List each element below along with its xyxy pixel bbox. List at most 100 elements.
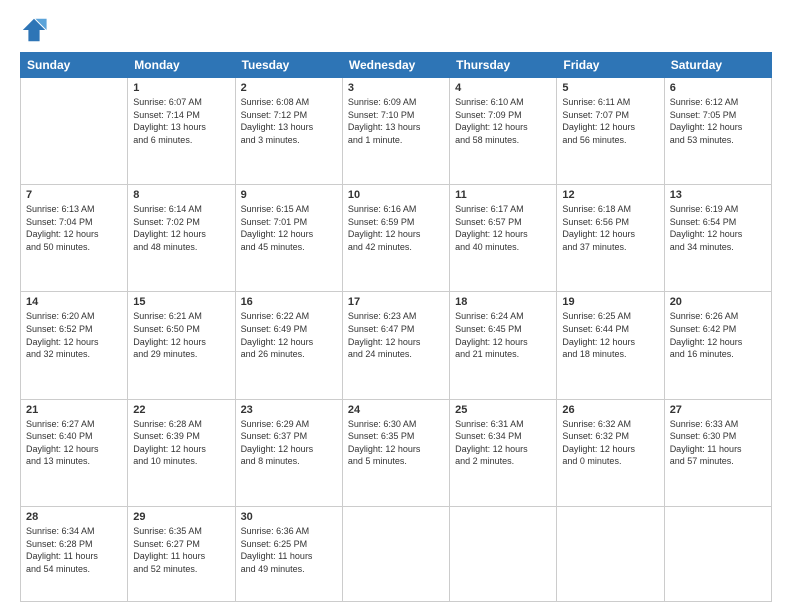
day-info: Sunrise: 6:15 AM Sunset: 7:01 PM Dayligh… xyxy=(241,203,337,253)
day-number: 9 xyxy=(241,189,337,201)
calendar-cell xyxy=(664,506,771,601)
day-info: Sunrise: 6:20 AM Sunset: 6:52 PM Dayligh… xyxy=(26,310,122,360)
day-info: Sunrise: 6:35 AM Sunset: 6:27 PM Dayligh… xyxy=(133,525,229,575)
calendar-cell xyxy=(21,78,128,185)
day-number: 29 xyxy=(133,511,229,523)
calendar-cell: 28Sunrise: 6:34 AM Sunset: 6:28 PM Dayli… xyxy=(21,506,128,601)
day-number: 3 xyxy=(348,82,444,94)
weekday-header-row: SundayMondayTuesdayWednesdayThursdayFrid… xyxy=(21,53,772,78)
day-info: Sunrise: 6:12 AM Sunset: 7:05 PM Dayligh… xyxy=(670,96,766,146)
day-number: 25 xyxy=(455,404,551,416)
calendar-cell: 15 Sunrise: 6:21 AM Sunset: 6:50 PM Dayli… xyxy=(128,292,235,399)
day-info: Sunrise: 6:28 AM Sunset: 6:39 PM Dayligh… xyxy=(133,418,229,468)
day-info: Sunrise: 6:08 AM Sunset: 7:12 PM Dayligh… xyxy=(241,96,337,146)
day-info: Sunrise: 6:10 AM Sunset: 7:09 PM Dayligh… xyxy=(455,96,551,146)
day-number: 24 xyxy=(348,404,444,416)
day-number: 8 xyxy=(133,189,229,201)
day-number: 17 xyxy=(348,296,444,308)
day-number: 19 xyxy=(562,296,658,308)
calendar-cell: 12 Sunrise: 6:18 AM Sunset: 6:56 PM Dayli… xyxy=(557,185,664,292)
day-number: 1 xyxy=(133,82,229,94)
day-info: Sunrise: 6:11 AM Sunset: 7:07 PM Dayligh… xyxy=(562,96,658,146)
calendar-cell: 10Sunrise: 6:16 AM Sunset: 6:59 PM Dayli… xyxy=(342,185,449,292)
day-number: 27 xyxy=(670,404,766,416)
weekday-header-wednesday: Wednesday xyxy=(342,53,449,78)
day-info: Sunrise: 6:13 AM Sunset: 7:04 PM Dayligh… xyxy=(26,203,122,253)
day-number: 2 xyxy=(241,82,337,94)
calendar-cell: 4Sunrise: 6:10 AM Sunset: 7:09 PM Daylig… xyxy=(450,78,557,185)
day-info: Sunrise: 6:27 AM Sunset: 6:40 PM Dayligh… xyxy=(26,418,122,468)
calendar-cell: 3 Sunrise: 6:09 AM Sunset: 7:10 PM Daylig… xyxy=(342,78,449,185)
calendar-cell: 1 Sunrise: 6:07 AM Sunset: 7:14 PM Daylig… xyxy=(128,78,235,185)
day-number: 21 xyxy=(26,404,122,416)
day-info: Sunrise: 6:21 AM Sunset: 6:50 PM Dayligh… xyxy=(133,310,229,360)
calendar-cell: 24 Sunrise: 6:30 AM Sunset: 6:35 PM Dayli… xyxy=(342,399,449,506)
calendar-cell: 20 Sunrise: 6:26 AM Sunset: 6:42 PM Dayli… xyxy=(664,292,771,399)
day-info: Sunrise: 6:26 AM Sunset: 6:42 PM Dayligh… xyxy=(670,310,766,360)
calendar-cell: 16Sunrise: 6:22 AM Sunset: 6:49 PM Dayli… xyxy=(235,292,342,399)
week-row-4: 28Sunrise: 6:34 AM Sunset: 6:28 PM Dayli… xyxy=(21,506,772,601)
page: SundayMondayTuesdayWednesdayThursdayFrid… xyxy=(0,0,792,612)
day-number: 20 xyxy=(670,296,766,308)
calendar-cell: 6 Sunrise: 6:12 AM Sunset: 7:05 PM Daylig… xyxy=(664,78,771,185)
calendar-cell: 13 Sunrise: 6:19 AM Sunset: 6:54 PM Dayli… xyxy=(664,185,771,292)
day-info: Sunrise: 6:25 AM Sunset: 6:44 PM Dayligh… xyxy=(562,310,658,360)
calendar-cell: 9 Sunrise: 6:15 AM Sunset: 7:01 PM Daylig… xyxy=(235,185,342,292)
day-number: 14 xyxy=(26,296,122,308)
day-number: 30 xyxy=(241,511,337,523)
calendar-table: SundayMondayTuesdayWednesdayThursdayFrid… xyxy=(20,52,772,602)
day-info: Sunrise: 6:19 AM Sunset: 6:54 PM Dayligh… xyxy=(670,203,766,253)
day-number: 15 xyxy=(133,296,229,308)
calendar-cell: 25 Sunrise: 6:31 AM Sunset: 6:34 PM Dayli… xyxy=(450,399,557,506)
calendar-cell: 2 Sunrise: 6:08 AM Sunset: 7:12 PM Daylig… xyxy=(235,78,342,185)
day-number: 12 xyxy=(562,189,658,201)
weekday-header-saturday: Saturday xyxy=(664,53,771,78)
calendar-cell: 14 Sunrise: 6:20 AM Sunset: 6:52 PM Dayli… xyxy=(21,292,128,399)
calendar-cell xyxy=(342,506,449,601)
week-row-3: 21 Sunrise: 6:27 AM Sunset: 6:40 PM Dayli… xyxy=(21,399,772,506)
calendar-cell: 7 Sunrise: 6:13 AM Sunset: 7:04 PM Daylig… xyxy=(21,185,128,292)
header xyxy=(20,16,772,44)
calendar-cell: 19 Sunrise: 6:25 AM Sunset: 6:44 PM Dayli… xyxy=(557,292,664,399)
day-number: 10 xyxy=(348,189,444,201)
day-info: Sunrise: 6:30 AM Sunset: 6:35 PM Dayligh… xyxy=(348,418,444,468)
week-row-2: 14 Sunrise: 6:20 AM Sunset: 6:52 PM Dayli… xyxy=(21,292,772,399)
day-info: Sunrise: 6:14 AM Sunset: 7:02 PM Dayligh… xyxy=(133,203,229,253)
day-info: Sunrise: 6:07 AM Sunset: 7:14 PM Dayligh… xyxy=(133,96,229,146)
day-info: Sunrise: 6:09 AM Sunset: 7:10 PM Dayligh… xyxy=(348,96,444,146)
day-number: 11 xyxy=(455,189,551,201)
calendar-cell: 8 Sunrise: 6:14 AM Sunset: 7:02 PM Daylig… xyxy=(128,185,235,292)
day-info: Sunrise: 6:18 AM Sunset: 6:56 PM Dayligh… xyxy=(562,203,658,253)
calendar-cell: 21 Sunrise: 6:27 AM Sunset: 6:40 PM Dayli… xyxy=(21,399,128,506)
day-info: Sunrise: 6:36 AM Sunset: 6:25 PM Dayligh… xyxy=(241,525,337,575)
weekday-header-sunday: Sunday xyxy=(21,53,128,78)
weekday-header-tuesday: Tuesday xyxy=(235,53,342,78)
day-info: Sunrise: 6:31 AM Sunset: 6:34 PM Dayligh… xyxy=(455,418,551,468)
weekday-header-monday: Monday xyxy=(128,53,235,78)
calendar-cell: 29 Sunrise: 6:35 AM Sunset: 6:27 PM Dayli… xyxy=(128,506,235,601)
day-number: 26 xyxy=(562,404,658,416)
day-info: Sunrise: 6:33 AM Sunset: 6:30 PM Dayligh… xyxy=(670,418,766,468)
calendar-cell: 30 Sunrise: 6:36 AM Sunset: 6:25 PM Dayli… xyxy=(235,506,342,601)
day-number: 23 xyxy=(241,404,337,416)
day-info: Sunrise: 6:34 AM Sunset: 6:28 PM Dayligh… xyxy=(26,525,122,575)
week-row-0: 1 Sunrise: 6:07 AM Sunset: 7:14 PM Daylig… xyxy=(21,78,772,185)
calendar-cell xyxy=(557,506,664,601)
day-info: Sunrise: 6:23 AM Sunset: 6:47 PM Dayligh… xyxy=(348,310,444,360)
day-number: 22 xyxy=(133,404,229,416)
day-number: 7 xyxy=(26,189,122,201)
day-number: 13 xyxy=(670,189,766,201)
calendar-cell xyxy=(450,506,557,601)
calendar-cell: 11Sunrise: 6:17 AM Sunset: 6:57 PM Dayli… xyxy=(450,185,557,292)
day-number: 16 xyxy=(241,296,337,308)
weekday-header-friday: Friday xyxy=(557,53,664,78)
calendar-cell: 17 Sunrise: 6:23 AM Sunset: 6:47 PM Dayli… xyxy=(342,292,449,399)
day-number: 5 xyxy=(562,82,658,94)
calendar-cell: 26 Sunrise: 6:32 AM Sunset: 6:32 PM Dayli… xyxy=(557,399,664,506)
day-info: Sunrise: 6:24 AM Sunset: 6:45 PM Dayligh… xyxy=(455,310,551,360)
calendar-cell: 22 Sunrise: 6:28 AM Sunset: 6:39 PM Dayli… xyxy=(128,399,235,506)
calendar-cell: 23Sunrise: 6:29 AM Sunset: 6:37 PM Dayli… xyxy=(235,399,342,506)
day-number: 6 xyxy=(670,82,766,94)
calendar-cell: 18Sunrise: 6:24 AM Sunset: 6:45 PM Dayli… xyxy=(450,292,557,399)
day-info: Sunrise: 6:32 AM Sunset: 6:32 PM Dayligh… xyxy=(562,418,658,468)
